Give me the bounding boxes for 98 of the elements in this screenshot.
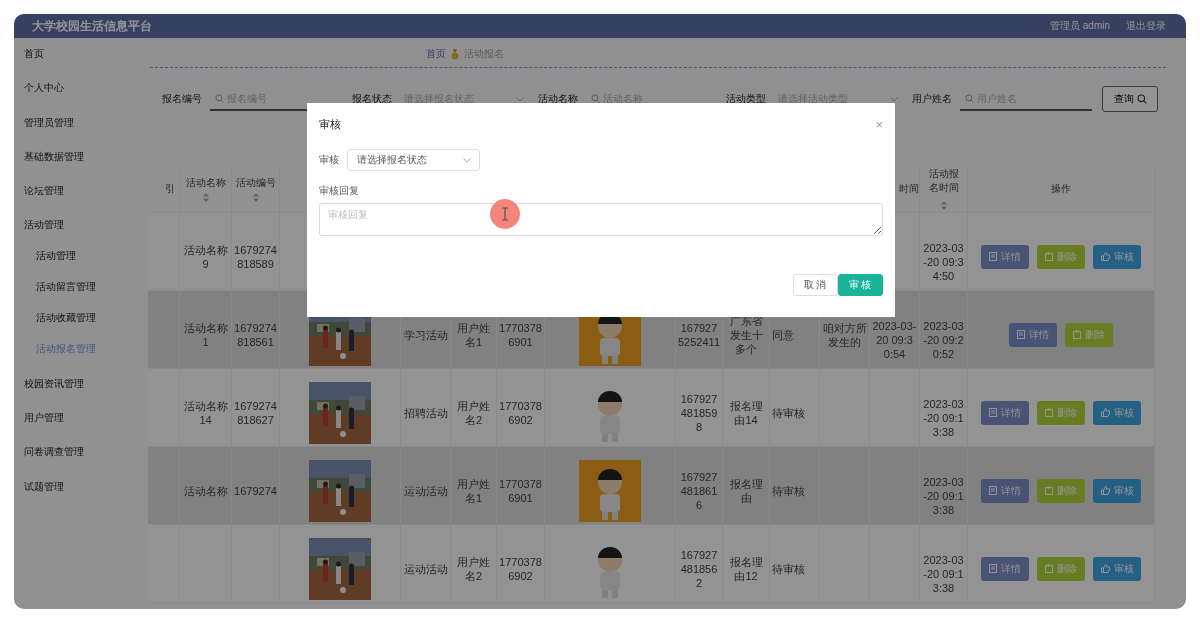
table-cell-text: 1679274818598	[679, 391, 719, 434]
table-cell-text: 用户姓名2	[456, 554, 491, 583]
breadcrumb-link[interactable]: 首页	[426, 47, 446, 61]
filter-label: 活动类型	[726, 92, 766, 106]
sidebar-item[interactable]: 试题管理	[14, 479, 148, 514]
thumbs-up-icon	[1100, 564, 1110, 573]
thumbs-up-icon	[1100, 408, 1110, 417]
table-cell: 1679274818627	[234, 398, 277, 427]
table-cell-text: 用户姓名1	[456, 476, 491, 505]
table-cell: 2023-03-20 09:30:54	[872, 318, 917, 361]
cancel-button[interactable]: 取消	[793, 274, 838, 296]
sidebar-item[interactable]: 个人中心	[14, 81, 148, 116]
filter-label: 报名编号	[162, 92, 202, 106]
sidebar-subitem[interactable]: 活动收藏管理	[14, 310, 148, 342]
table-cell: 招聘活动	[403, 405, 448, 420]
document-icon	[989, 408, 997, 417]
chevron-down-icon	[463, 157, 471, 163]
table-cell-text: 报名理由14	[728, 398, 764, 427]
cursor-highlight-icon	[490, 199, 520, 229]
chevron-down-icon	[890, 96, 898, 102]
app-title: 大学校园生活信息平台	[32, 17, 153, 35]
status-select[interactable]: 请选择报名状态	[347, 149, 480, 171]
table-cell: 2023-03-20 09:34:50	[922, 240, 965, 283]
table-cell-text: 用户姓名1	[456, 320, 491, 349]
field-label: 审核	[319, 153, 339, 167]
column-header: 活动编号	[235, 175, 276, 190]
table-cell: 17703786902	[499, 398, 542, 427]
thumbs-up-icon	[1100, 486, 1110, 495]
column-header: 活动报名时间	[927, 166, 960, 195]
sort-icon[interactable]	[202, 192, 209, 202]
table-cell: 17703786901	[499, 476, 542, 505]
clipboard-icon	[1045, 252, 1053, 261]
medal-icon	[451, 48, 459, 60]
sidebar-item[interactable]: 论坛管理	[14, 184, 148, 219]
document-icon	[989, 252, 997, 261]
table-cell-text: 报名理由12	[728, 554, 764, 583]
table-cell: 待审核	[772, 405, 805, 420]
sidebar-subitem[interactable]: 活动管理	[14, 248, 148, 280]
chevron-down-icon	[516, 96, 524, 102]
table-cell: 运动活动	[403, 483, 448, 498]
filter-label: 报名状态	[352, 92, 392, 106]
column-header: 活动名称	[185, 175, 226, 190]
thumbs-up-icon	[1100, 252, 1110, 261]
clipboard-icon	[1073, 330, 1081, 339]
table-cell: 学习活动	[403, 327, 448, 342]
table-cell: 2023-03-20 09:13:38	[922, 474, 965, 517]
avatar	[579, 459, 641, 522]
table-cell-text: 1679274818562	[679, 547, 719, 590]
table-cell: 1679275252411	[678, 320, 720, 349]
filter-label: 活动名称	[538, 92, 578, 106]
document-icon	[989, 486, 997, 495]
logout-link[interactable]: 退出登录	[1126, 19, 1166, 33]
sort-icon[interactable]	[940, 201, 947, 211]
user-label: 管理员 admin	[1050, 19, 1110, 33]
table-cell: 2023-03-20 09:13:38	[922, 552, 965, 595]
dialog-title: 审核	[319, 117, 341, 132]
table-cell: 17703786902	[499, 554, 542, 583]
sidebar-item[interactable]: 基础数据管理	[14, 149, 148, 185]
query-button[interactable]: 查询	[1102, 86, 1158, 112]
table-cell: 同意	[772, 327, 794, 342]
column-header: 引	[165, 181, 175, 196]
sidebar-subitem[interactable]: 活动留言管理	[14, 279, 148, 311]
clipboard-icon	[1045, 408, 1053, 417]
clipboard-icon	[1045, 486, 1053, 495]
column-header: 时间	[899, 181, 919, 196]
table-cell: 活动名称9	[182, 242, 229, 271]
table-cell: 17703786901	[499, 320, 542, 349]
clipboard-icon	[1045, 564, 1053, 573]
search-icon	[591, 94, 600, 103]
table-cell: 活动名称1	[182, 320, 229, 349]
table-cell: 1679274	[234, 483, 277, 498]
search-icon	[1136, 94, 1147, 104]
sidebar-item[interactable]: 首页	[14, 47, 148, 82]
filter-label: 用户姓名	[912, 92, 952, 106]
table-cell: 活动名称	[183, 483, 228, 498]
field-label: 审核回复	[319, 185, 360, 198]
search-icon	[965, 94, 974, 103]
table-cell: 待审核	[772, 561, 805, 576]
table-cell: 1679274818589	[234, 242, 277, 271]
table-cell-text: 1679274818616	[679, 469, 719, 512]
table-cell: 运动活动	[403, 561, 448, 576]
table-cell: 1679274818561	[234, 320, 277, 349]
document-icon	[1017, 330, 1025, 339]
sidebar-item[interactable]: 用户管理	[14, 411, 148, 446]
column-header: 操作	[1051, 181, 1071, 196]
table-cell: 活动名称14	[182, 398, 229, 427]
table-cell: 2023-03-20 09:20:52	[922, 318, 965, 361]
sidebar-item[interactable]: 校园资讯管理	[14, 376, 148, 412]
table-cell-text: 用户姓名2	[456, 398, 491, 427]
sort-icon[interactable]	[252, 192, 259, 202]
sidebar-item[interactable]: 管理员管理	[14, 115, 148, 150]
search-icon	[215, 94, 224, 103]
table-cell: 待审核	[772, 483, 805, 498]
table-cell: 咱对方所发生的	[822, 320, 867, 349]
table-cell: 2023-03-20 09:13:38	[922, 396, 965, 439]
table-cell-text: 报名理由	[728, 476, 764, 505]
sidebar-item[interactable]: 问卷调查管理	[14, 445, 148, 480]
document-icon	[989, 564, 997, 573]
